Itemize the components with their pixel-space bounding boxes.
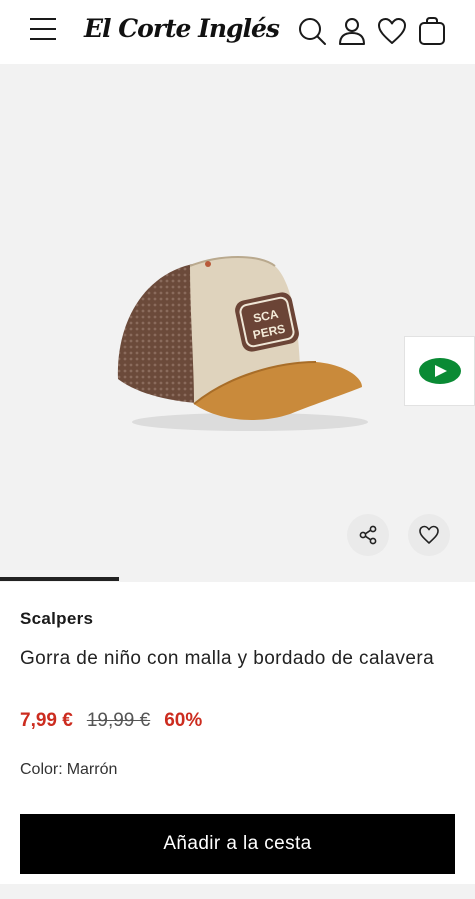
gallery-progress-bar	[0, 577, 475, 582]
color-value: Marrón	[66, 761, 118, 778]
menu-icon[interactable]	[26, 18, 60, 44]
product-image[interactable]: SCA PERS	[110, 254, 380, 434]
gallery-progress-fill	[0, 577, 119, 581]
bag-icon[interactable]	[417, 16, 447, 46]
share-icon	[359, 525, 377, 545]
discount-badge: 60%	[164, 710, 203, 731]
color-selector[interactable]: Color: Marrón	[20, 761, 117, 779]
heart-icon[interactable]	[377, 16, 407, 46]
favorite-button[interactable]	[408, 514, 450, 556]
price-row: 7,99 € 19,99 € 60%	[20, 710, 202, 732]
product-brand[interactable]: Scalpers	[20, 609, 93, 629]
original-price: 19,99 €	[86, 710, 151, 731]
next-image-button[interactable]	[404, 336, 475, 406]
color-label: Color:	[20, 761, 63, 778]
product-title: Gorra de niño con malla y bordado de cal…	[20, 648, 435, 669]
user-icon[interactable]	[337, 16, 367, 46]
logo[interactable]: El Corte Inglés	[84, 14, 280, 43]
current-price: 7,99 €	[20, 710, 73, 731]
search-icon[interactable]	[297, 16, 327, 46]
share-button[interactable]	[347, 514, 389, 556]
page-bottom-divider	[0, 884, 475, 899]
heart-icon	[419, 525, 439, 544]
top-header: El Corte Inglés	[0, 0, 475, 64]
arrow-right-icon	[418, 358, 461, 384]
add-to-cart-button[interactable]: Añadir a la cesta	[20, 814, 455, 874]
product-gallery[interactable]: SCA PERS	[0, 64, 475, 582]
